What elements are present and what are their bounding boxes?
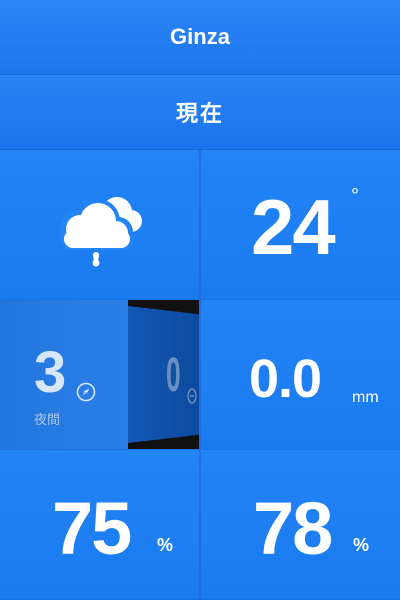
temperature-tile[interactable]: 24 °	[201, 150, 400, 299]
rainfall-tile[interactable]: 0.0 mm	[201, 300, 400, 449]
location-title: Ginza	[170, 24, 230, 49]
humidity-unit: %	[157, 535, 174, 555]
wind-tile[interactable]: 3 夜間 0	[0, 300, 199, 449]
period-title: 現在	[175, 101, 224, 126]
wind-label: 夜間	[34, 412, 61, 427]
wind-cube-side: 0	[128, 306, 199, 443]
rain-cloud-icon	[60, 197, 142, 267]
humidity-tile-left[interactable]: 75 %	[0, 450, 199, 599]
location-header[interactable]: Ginza	[0, 0, 400, 75]
humidity-unit: %	[353, 535, 370, 555]
rainfall-unit: mm	[352, 389, 379, 406]
wind-next-value: 0	[166, 349, 181, 402]
temperature-value: 24	[251, 183, 336, 271]
weather-grid: 24 ° 3 夜間 0 0.0 mm 75 % 78 %	[0, 150, 400, 600]
grid-divider	[199, 150, 201, 600]
weather-app: Ginza 現在 24 ° 3 夜間 0 0.0 mm 75 % 78 %	[0, 0, 400, 600]
temperature-unit: °	[351, 185, 359, 207]
wind-cube-front: 3 夜間	[0, 300, 128, 449]
humidity-value: 78	[253, 487, 333, 570]
period-header[interactable]: 現在	[0, 75, 400, 150]
humidity-value: 75	[52, 487, 132, 570]
compass-icon	[76, 382, 96, 402]
compass-icon	[187, 388, 197, 404]
humidity-tile-right[interactable]: 78 %	[201, 450, 400, 599]
rainfall-value: 0.0	[249, 349, 322, 409]
weather-condition-tile[interactable]	[0, 150, 199, 299]
wind-value: 3	[34, 340, 67, 405]
